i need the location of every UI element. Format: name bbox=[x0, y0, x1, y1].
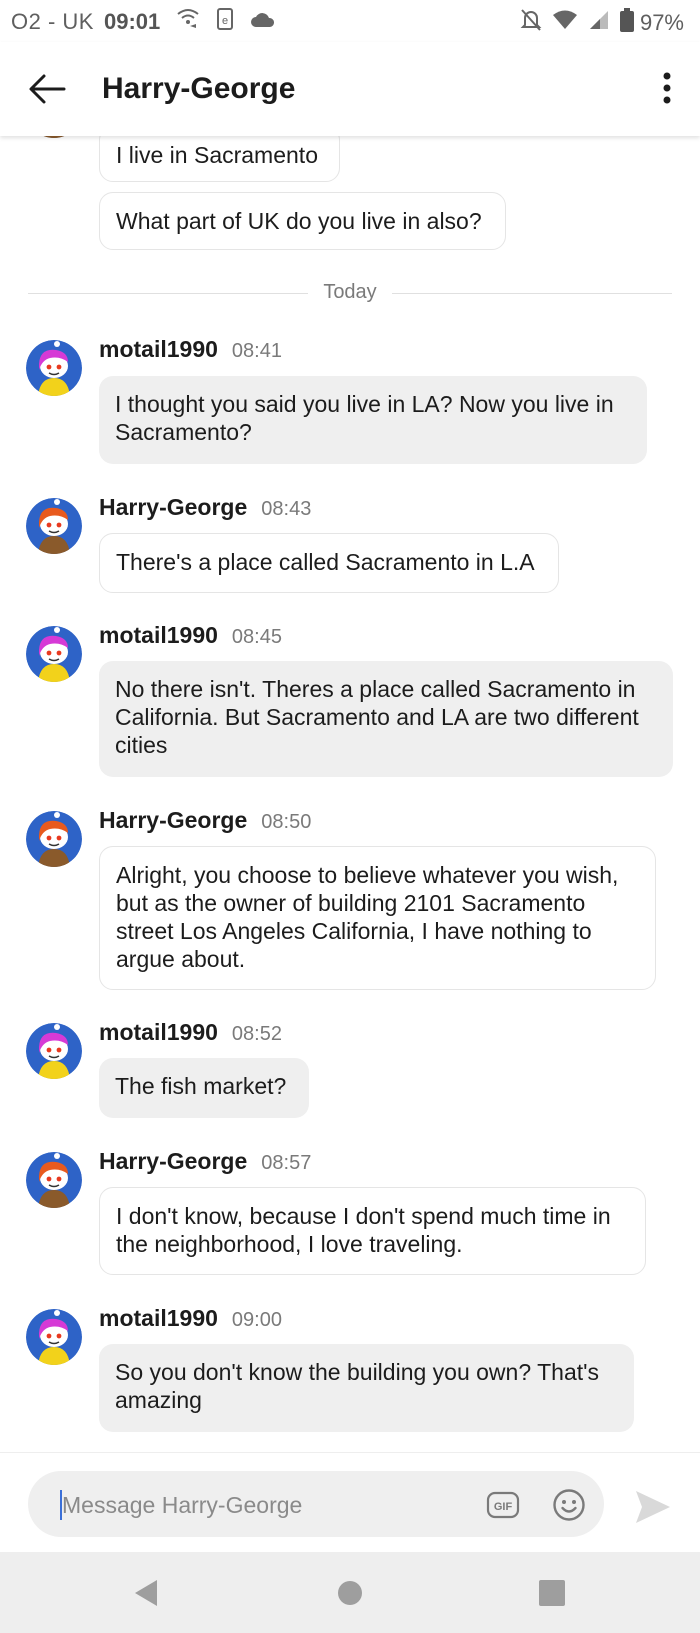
avatar[interactable] bbox=[26, 340, 82, 396]
emoji-icon bbox=[553, 1489, 585, 1521]
nav-recents-button[interactable] bbox=[529, 1570, 575, 1616]
send-button[interactable] bbox=[634, 1489, 672, 1525]
more-vertical-icon bbox=[663, 72, 671, 104]
sim-icon: e bbox=[216, 8, 234, 36]
more-options-button[interactable] bbox=[660, 68, 674, 108]
gif-icon: GIF bbox=[486, 1491, 520, 1519]
avatar-image bbox=[26, 1023, 82, 1079]
avatar[interactable] bbox=[26, 136, 82, 138]
message-author[interactable]: motail1990 bbox=[99, 1019, 218, 1045]
message-bubble[interactable]: I thought you said you live in LA? Now y… bbox=[99, 376, 647, 464]
message-text: There's a place called Sacramento in L.A bbox=[116, 549, 535, 575]
date-divider: Today bbox=[28, 279, 672, 309]
message-author[interactable]: motail1990 bbox=[99, 336, 218, 362]
message-header: Harry-George 08:50 bbox=[99, 807, 311, 834]
message-author[interactable]: Harry-George bbox=[99, 807, 247, 833]
status-time: 09:01 bbox=[103, 9, 161, 34]
gif-button[interactable]: GIF bbox=[486, 1488, 520, 1522]
message-header: Harry-George 08:57 bbox=[99, 1148, 311, 1175]
status-bar: O2 - UK 09:01 e 97% bbox=[0, 0, 700, 42]
message-text: The fish market? bbox=[115, 1073, 287, 1099]
avatar[interactable] bbox=[26, 811, 82, 867]
avatar-image bbox=[26, 1309, 82, 1365]
message-author[interactable]: motail1990 bbox=[99, 622, 218, 648]
message-bubble[interactable]: I live in Sacramento bbox=[99, 136, 340, 182]
gif-label: GIF bbox=[494, 1501, 513, 1513]
nav-home-button[interactable] bbox=[327, 1570, 373, 1616]
message-text: No there isn't. Theres a place called Sa… bbox=[115, 676, 639, 758]
nav-back-button[interactable] bbox=[124, 1570, 170, 1616]
message-text: I thought you said you live in LA? Now y… bbox=[115, 391, 614, 445]
message-header: motail1990 09:00 bbox=[99, 1305, 282, 1332]
arrow-left-icon bbox=[29, 74, 66, 104]
avatar-image bbox=[38, 136, 70, 138]
message-bubble[interactable]: The fish market? bbox=[99, 1058, 309, 1118]
message-list[interactable]: I live in Sacramento What part of UK do … bbox=[0, 136, 700, 1452]
avatar-image bbox=[26, 811, 82, 867]
emoji-button[interactable] bbox=[552, 1488, 586, 1522]
avatar[interactable] bbox=[26, 626, 82, 682]
message-text: I live in Sacramento bbox=[116, 142, 318, 168]
message-time: 08:50 bbox=[261, 811, 312, 833]
message-author[interactable]: Harry-George bbox=[99, 1148, 247, 1174]
carrier-name: O2 - UK bbox=[11, 9, 94, 34]
composer: GIF bbox=[28, 1471, 604, 1537]
date-divider-label: Today bbox=[323, 281, 377, 303]
message-input[interactable] bbox=[60, 1486, 464, 1524]
avatar-image bbox=[26, 626, 82, 682]
message-time: 08:52 bbox=[231, 1023, 282, 1045]
message-text: I don't know, because I don't spend much… bbox=[116, 1203, 611, 1257]
text-caret bbox=[60, 1490, 62, 1520]
wifi-icon bbox=[552, 9, 578, 37]
message-bubble[interactable]: I don't know, because I don't spend much… bbox=[99, 1187, 646, 1275]
composer-bar: GIF bbox=[0, 1452, 700, 1553]
avatar-image bbox=[26, 340, 82, 396]
message-header: Harry-George 08:43 bbox=[99, 494, 311, 521]
triangle-back-icon bbox=[135, 1580, 157, 1606]
avatar[interactable] bbox=[26, 1309, 82, 1365]
square-recents-icon bbox=[539, 1580, 565, 1606]
message-time: 08:43 bbox=[261, 498, 312, 520]
avatar-image bbox=[26, 1152, 82, 1208]
message-bubble[interactable]: There's a place called Sacramento in L.A bbox=[99, 533, 559, 593]
chat-header: Harry-George bbox=[0, 42, 700, 136]
message-bubble[interactable]: No there isn't. Theres a place called Sa… bbox=[99, 661, 673, 777]
message-time: 08:57 bbox=[261, 1152, 312, 1174]
message-header: motail1990 08:52 bbox=[99, 1019, 282, 1046]
wifi-call-icon bbox=[176, 8, 200, 36]
message-text: So you don't know the building you own? … bbox=[115, 1359, 600, 1413]
message-time: 08:41 bbox=[231, 340, 282, 362]
message-text: Alright, you choose to believe whatever … bbox=[116, 862, 619, 972]
mute-icon bbox=[520, 8, 542, 38]
message-time: 08:45 bbox=[231, 626, 282, 648]
message-header: motail1990 08:45 bbox=[99, 622, 282, 649]
avatar-image bbox=[26, 498, 82, 554]
avatar[interactable] bbox=[26, 1023, 82, 1079]
avatar[interactable] bbox=[26, 1152, 82, 1208]
signal-icon bbox=[588, 9, 610, 37]
message-header: motail1990 08:41 bbox=[99, 336, 282, 363]
circle-home-icon bbox=[338, 1581, 362, 1605]
message-bubble[interactable]: What part of UK do you live in also? bbox=[99, 192, 506, 250]
message-text: What part of UK do you live in also? bbox=[116, 208, 482, 234]
system-nav-bar bbox=[0, 1552, 700, 1633]
svg-text:e: e bbox=[222, 15, 228, 27]
message-time: 09:00 bbox=[231, 1309, 282, 1331]
message-author[interactable]: Harry-George bbox=[99, 494, 247, 520]
send-icon bbox=[636, 1491, 670, 1523]
message-author[interactable]: motail1990 bbox=[99, 1305, 218, 1331]
battery-percent: 97% bbox=[639, 10, 684, 35]
message-bubble[interactable]: Alright, you choose to believe whatever … bbox=[99, 846, 656, 990]
cloud-icon bbox=[250, 9, 276, 35]
page-title: Harry-George bbox=[102, 72, 296, 105]
message-bubble[interactable]: So you don't know the building you own? … bbox=[99, 1344, 634, 1432]
battery-icon bbox=[619, 8, 634, 38]
avatar[interactable] bbox=[26, 498, 82, 554]
back-button[interactable] bbox=[24, 66, 70, 112]
